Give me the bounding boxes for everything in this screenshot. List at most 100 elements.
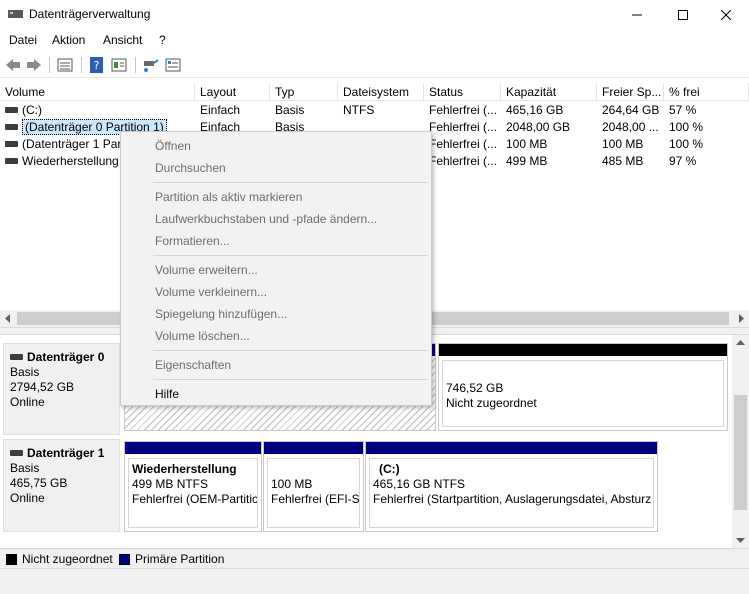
legend-primary-swatch [119, 554, 130, 565]
scroll-right-icon[interactable] [737, 314, 745, 323]
forward-arrow-icon[interactable] [25, 56, 43, 74]
menu-separator [153, 182, 428, 183]
menu-item-mark-active[interactable]: Partition als aktiv markieren [155, 187, 302, 207]
menu-help[interactable]: ? [159, 33, 166, 47]
volume-row[interactable]: (C:) Einfach Basis NTFS Fehlerfrei (... … [0, 102, 749, 119]
unallocated-label: Nicht zugeordnet [446, 396, 537, 410]
column-freier-speicher[interactable]: Freier Sp... [597, 83, 664, 101]
column-prozent-frei[interactable]: % frei [664, 83, 749, 101]
menu-item-help[interactable]: Hilfe [155, 384, 179, 404]
column-kapazitaet[interactable]: Kapazität [501, 83, 597, 101]
disk-state: Online [10, 395, 45, 409]
maximize-button[interactable] [660, 0, 706, 30]
disk-icon [10, 449, 23, 456]
title-bar: Datenträgerverwaltung [0, 0, 749, 30]
toolbar-separator [49, 57, 50, 73]
volume-frei: 100 MB [602, 137, 644, 151]
disk-size: 465,75 GB [10, 476, 68, 490]
scroll-down-icon[interactable] [736, 536, 745, 544]
close-icon [721, 10, 731, 20]
volume-prozent: 97 % [669, 154, 697, 168]
settings-list-icon[interactable] [164, 56, 182, 74]
connect-icon[interactable] [142, 56, 160, 74]
partition-status: Fehlerfrei (EFI-Sy [271, 492, 360, 506]
partition-size: 499 MB NTFS [132, 477, 209, 491]
disk-0-label[interactable]: Datenträger 0 Basis 2794,52 GB Online [3, 343, 120, 435]
menu-item-delete[interactable]: Volume löschen... [155, 326, 250, 346]
partition-status: Fehlerfrei (Startpartition, Auslagerungs… [373, 492, 652, 506]
column-typ[interactable]: Typ [270, 83, 338, 101]
minimize-icon [632, 14, 642, 16]
status-bar [0, 568, 749, 594]
volume-typ: Basis [275, 103, 305, 117]
partition-c[interactable]: (C:) 465,16 GB NTFS Fehlerfrei (Startpar… [365, 441, 658, 532]
menu-item-format[interactable]: Formatieren... [155, 231, 230, 251]
disk-size: 2794,52 GB [10, 380, 75, 394]
svg-text:?: ? [94, 59, 100, 72]
menu-separator [153, 379, 428, 380]
toolbar-separator [81, 57, 82, 73]
list-view-icon[interactable] [56, 56, 74, 74]
menu-item-extend[interactable]: Volume erweitern... [155, 260, 258, 280]
volume-kapazitaet: 100 MB [506, 137, 548, 151]
column-layout[interactable]: Layout [195, 83, 270, 101]
disk-1-label[interactable]: Datenträger 1 Basis 465,75 GB Online [3, 439, 120, 532]
graph-vertical-scrollbar[interactable] [732, 335, 749, 548]
menu-item-add-mirror[interactable]: Spiegelung hinzufügen... [155, 304, 287, 324]
volume-frei: 485 MB [602, 154, 644, 168]
disk-type: Basis [10, 461, 40, 475]
unallocated-size: 746,52 GB [446, 381, 504, 395]
disk-name: Datenträger 0 [27, 350, 105, 364]
column-status[interactable]: Status [424, 83, 501, 101]
volume-frei: 264,64 GB [602, 103, 660, 117]
disk-icon [10, 353, 23, 360]
context-menu: Öffnen Durchsuchen Partition als aktiv m… [120, 131, 432, 406]
scroll-left-icon[interactable] [4, 314, 12, 323]
legend: Nicht zugeordnet Primäre Partition [0, 548, 749, 568]
menu-aktion[interactable]: Aktion [52, 33, 85, 47]
menu-item-open[interactable]: Öffnen [155, 136, 191, 156]
partition-efi[interactable]: 100 MB Fehlerfrei (EFI-Sy [263, 441, 364, 532]
disk-type: Basis [10, 365, 40, 379]
volume-icon [5, 123, 18, 130]
menu-separator [153, 255, 428, 256]
scrollbar-thumb[interactable] [734, 395, 747, 510]
volume-name: (C:) [22, 103, 42, 117]
menu-ansicht[interactable]: Ansicht [103, 33, 142, 47]
unallocated-bar [439, 344, 727, 356]
partition-wiederherstellung[interactable]: Wiederherstellung 499 MB NTFS Fehlerfrei… [124, 441, 262, 532]
properties-icon[interactable] [110, 56, 128, 74]
column-dateisystem[interactable]: Dateisystem [338, 83, 424, 101]
back-arrow-icon[interactable] [4, 56, 22, 74]
list-header: Volume Layout Typ Dateisystem Status Kap… [0, 83, 749, 101]
menu-item-properties[interactable]: Eigenschaften [155, 355, 231, 375]
menu-datei[interactable]: Datei [9, 33, 37, 47]
disk-state: Online [10, 491, 45, 505]
volume-kapazitaet: 465,16 GB [506, 103, 564, 117]
primary-partition-bar [125, 442, 261, 454]
volume-prozent: 57 % [669, 103, 697, 117]
partition-size: 465,16 GB NTFS [373, 477, 466, 491]
help-icon[interactable]: ? [88, 56, 106, 74]
menu-separator [153, 350, 428, 351]
partition-name: Wiederherstellung [132, 462, 237, 476]
minimize-button[interactable] [614, 0, 660, 30]
volume-status: Fehlerfrei (... [429, 154, 498, 168]
legend-unallocated-swatch [6, 554, 17, 565]
menu-item-shrink[interactable]: Volume verkleinern... [155, 282, 267, 302]
toolbar: ? [0, 52, 749, 78]
disk-0-unallocated[interactable]: 746,52 GB Nicht zugeordnet [438, 343, 728, 431]
column-volume[interactable]: Volume [0, 83, 195, 101]
toolbar-separator [135, 57, 136, 73]
volume-icon [5, 140, 18, 147]
volume-status: Fehlerfrei (... [429, 137, 498, 151]
menu-item-change-drive-letter[interactable]: Laufwerkbuchstaben und -pfade ändern... [155, 209, 377, 229]
volume-dateisystem: NTFS [343, 103, 375, 117]
menu-item-browse[interactable]: Durchsuchen [155, 158, 226, 178]
volume-name: (Datenträger 1 Part [22, 137, 125, 151]
volume-frei: 2048,00 ... [602, 120, 659, 134]
close-button[interactable] [703, 0, 749, 30]
partition-name: (C:) [379, 462, 400, 476]
volume-layout: Einfach [200, 103, 241, 117]
scroll-up-icon[interactable] [736, 339, 745, 347]
